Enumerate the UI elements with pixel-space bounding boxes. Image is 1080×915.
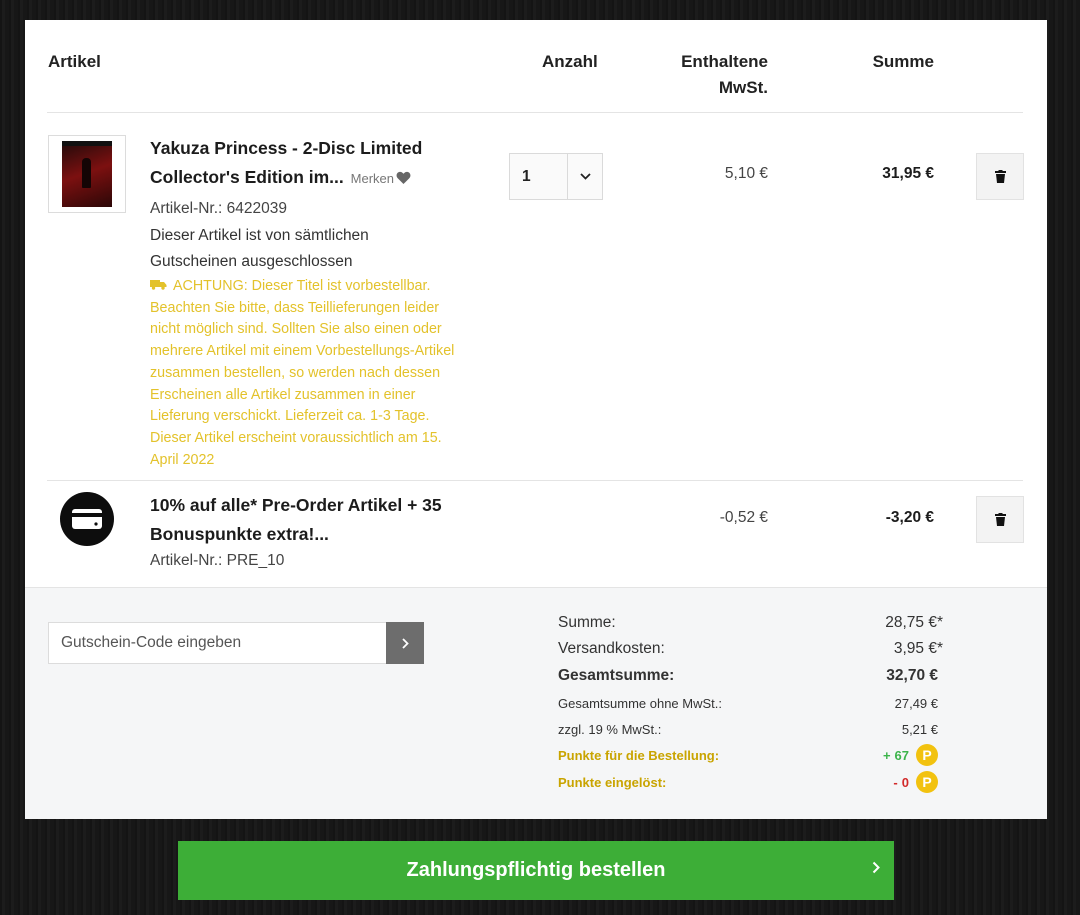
- product-thumbnail[interactable]: [48, 135, 126, 213]
- coupon-form: [48, 622, 424, 664]
- column-header-artikel: Artikel: [48, 52, 101, 71]
- column-header-anzahl: Anzahl: [542, 52, 598, 71]
- remove-item-button[interactable]: [976, 153, 1024, 200]
- totals-ohne-mwst-value: 27,49 €: [894, 695, 938, 711]
- item-mwst: -0,52 €: [719, 509, 768, 526]
- totals-summe-label: Summe:: [558, 614, 616, 631]
- truck-icon: [150, 280, 167, 290]
- cart-header: Artikel Anzahl Enthaltene MwSt. Summe: [25, 20, 1047, 113]
- quantity-select[interactable]: 1: [509, 153, 603, 200]
- totals-gesamt-value: 32,70 €: [886, 667, 938, 684]
- points-earned: + 67 P: [883, 744, 938, 766]
- totals-summe-value: 28,75 €*: [885, 614, 943, 631]
- item-sum: 31,95 €: [882, 165, 934, 182]
- trash-icon[interactable]: [994, 513, 1006, 526]
- points-earned-sign: +: [882, 747, 891, 763]
- totals-points-label: Punkte für die Bestellung:: [558, 747, 720, 763]
- chevron-right-icon[interactable]: [401, 637, 409, 649]
- column-header-mwst: Enthaltene MwSt.: [645, 49, 768, 101]
- chevron-down-icon[interactable]: [568, 154, 602, 199]
- merken-label[interactable]: Merken: [351, 171, 394, 186]
- totals-ohne-mwst-label: Gesamtsumme ohne MwSt.:: [558, 695, 722, 711]
- totals-versand-value: 3,95 €*: [893, 640, 943, 657]
- trash-icon[interactable]: [994, 170, 1006, 183]
- heart-icon[interactable]: [396, 171, 411, 184]
- coupon-exclusion-note: Dieser Artikel ist von sämtlichen Gutsch…: [150, 227, 369, 270]
- quantity-value[interactable]: 1: [510, 154, 568, 199]
- column-header-mwst-line2: MwSt.: [718, 78, 768, 97]
- place-order-button[interactable]: Zahlungspflichtig bestellen: [178, 841, 894, 900]
- coupon-submit-button[interactable]: [386, 622, 424, 664]
- divider: [47, 480, 1023, 481]
- totals-mwst-label: zzgl. 19 % MwSt.:: [558, 721, 662, 737]
- points-badge-icon: P: [916, 771, 938, 793]
- article-number: Artikel-Nr.: 6422039: [150, 200, 287, 217]
- totals-ohne-mwst-row: Gesamtsumme ohne MwSt.: 27,49 €: [558, 690, 938, 716]
- totals-mwst-value: 5,21 €: [901, 721, 938, 737]
- cart-panel: Artikel Anzahl Enthaltene MwSt. Summe Yak…: [25, 20, 1047, 819]
- totals-points-row: Punkte für die Bestellung: + 67 P: [558, 742, 938, 768]
- movie-cover-thumbnail-icon: [62, 141, 112, 207]
- totals-gesamt-row: Gesamtsumme: 32,70 €: [558, 663, 938, 689]
- totals-versand-label: Versandkosten:: [558, 640, 665, 657]
- article-number: Artikel-Nr.: PRE_10: [150, 552, 285, 569]
- column-header-summe: Summe: [872, 52, 934, 71]
- totals-redeemed-row: Punkte eingelöst: - 0 P: [558, 769, 938, 795]
- cart-footer: Summe: 28,75 €* Versandkosten: 3,95 €* G…: [25, 587, 1047, 819]
- points-redeemed-value: 0: [901, 774, 909, 790]
- voucher-icon: [60, 492, 114, 546]
- points-redeemed-sign: -: [893, 774, 898, 790]
- totals-versand-row: Versandkosten: 3,95 €*: [558, 636, 943, 662]
- totals-gesamt-label: Gesamtsumme:: [558, 667, 675, 684]
- totals-redeemed-label: Punkte eingelöst:: [558, 774, 667, 790]
- points-redeemed: - 0 P: [893, 771, 938, 793]
- promo-title[interactable]: 10% auf alle* Pre-Order Artikel + 35 Bon…: [150, 491, 480, 549]
- preorder-warning-text: ACHTUNG: Dieser Titel ist vorbestellbar.…: [150, 278, 455, 468]
- chevron-right-icon[interactable]: [872, 861, 880, 874]
- place-order-label[interactable]: Zahlungspflichtig bestellen: [407, 859, 666, 882]
- remove-item-button[interactable]: [976, 496, 1024, 543]
- divider: [47, 112, 1023, 113]
- coupon-code-input[interactable]: [49, 623, 386, 663]
- totals-summe-row: Summe: 28,75 €*: [558, 610, 943, 636]
- preorder-warning: ACHTUNG: Dieser Titel ist vorbestellbar.…: [150, 276, 468, 471]
- item-mwst: 5,10 €: [724, 165, 768, 182]
- points-earned-value: 67: [894, 747, 909, 763]
- totals-mwst-row: zzgl. 19 % MwSt.: 5,21 €: [558, 716, 938, 742]
- item-sum: -3,20 €: [885, 509, 934, 526]
- product-title[interactable]: Yakuza Princess - 2-Disc Limited Collect…: [150, 134, 480, 193]
- points-badge-icon: P: [916, 744, 938, 766]
- merken-link[interactable]: Merken: [351, 171, 411, 186]
- column-header-mwst-line1: Enthaltene: [681, 52, 768, 71]
